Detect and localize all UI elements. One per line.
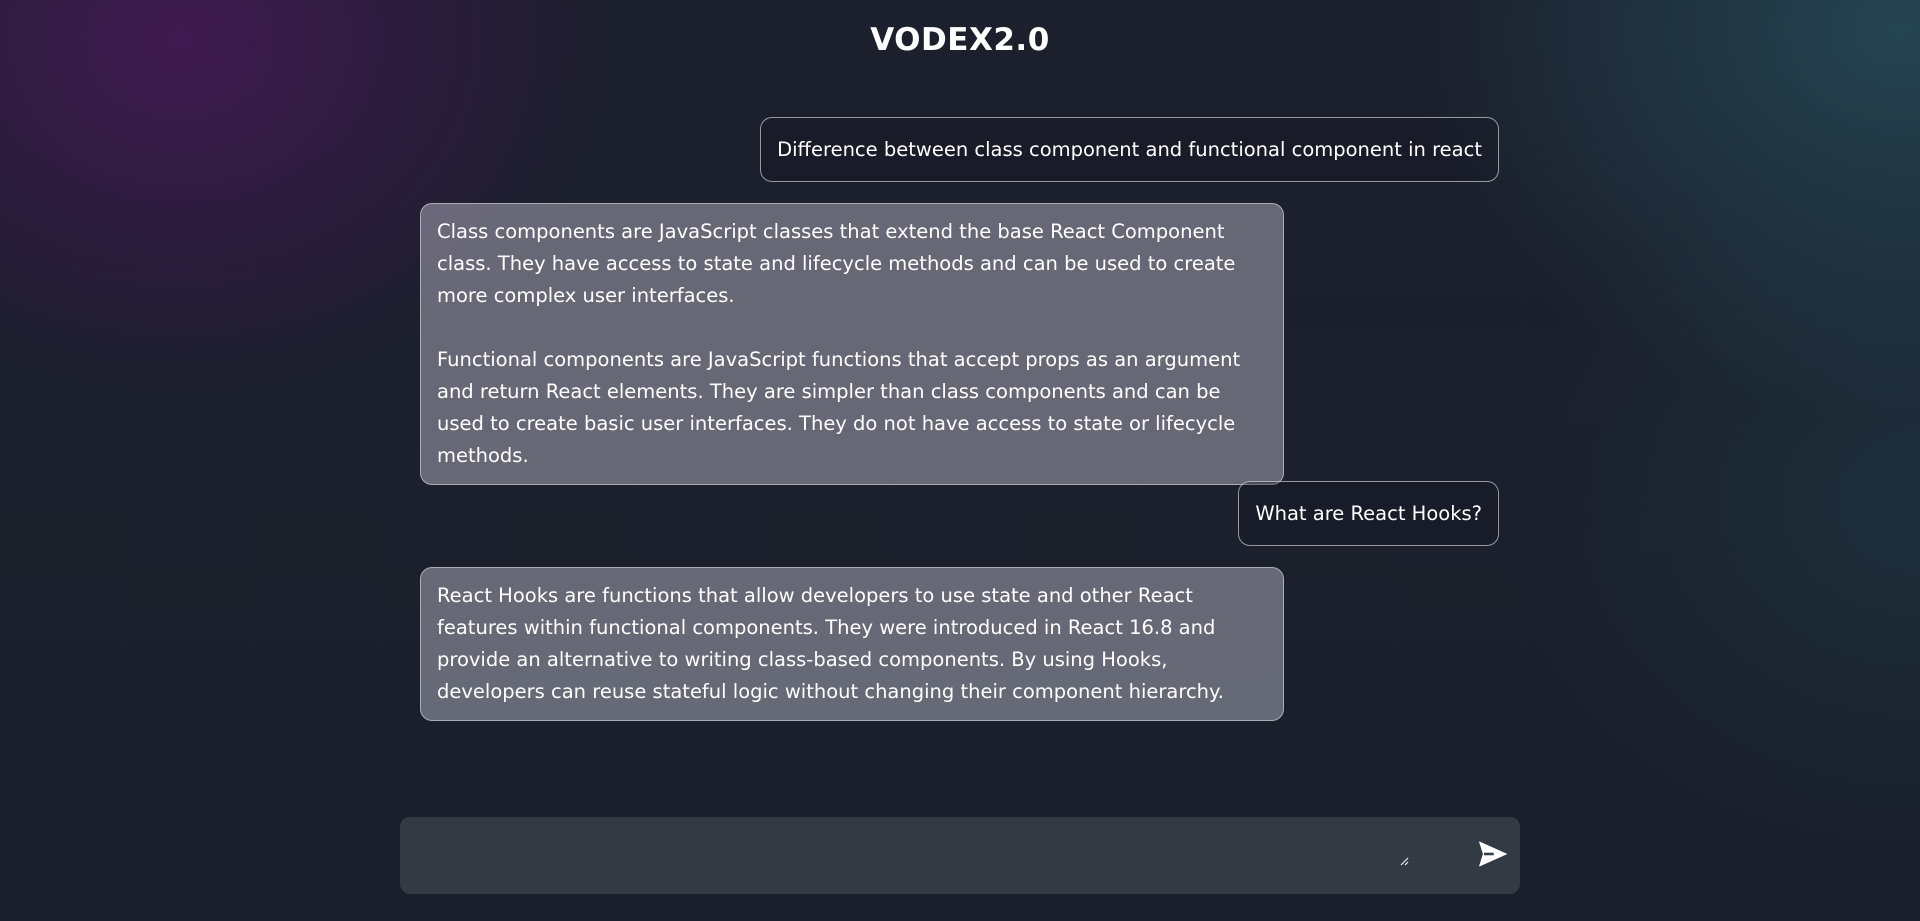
bot-message: Class components are JavaScript classes … — [420, 203, 1284, 485]
bot-message-paragraph: React Hooks are functions that allow dev… — [437, 584, 1224, 703]
message-composer — [400, 817, 1520, 894]
bot-message: React Hooks are functions that allow dev… — [420, 567, 1284, 721]
resize-grip-icon[interactable] — [1398, 855, 1410, 867]
bot-message-paragraph: Functional components are JavaScript fun… — [437, 348, 1241, 467]
bot-message-paragraph: Class components are JavaScript classes … — [437, 220, 1236, 307]
user-message-text: What are React Hooks? — [1255, 501, 1482, 525]
user-message: What are React Hooks? — [1238, 481, 1499, 546]
app-title: VODEX2.0 — [870, 22, 1050, 58]
user-message: Difference between class component and f… — [760, 117, 1499, 182]
send-button[interactable] — [1476, 837, 1510, 871]
send-icon — [1479, 841, 1507, 867]
user-message-text: Difference between class component and f… — [777, 137, 1482, 161]
message-input[interactable] — [400, 817, 1410, 894]
